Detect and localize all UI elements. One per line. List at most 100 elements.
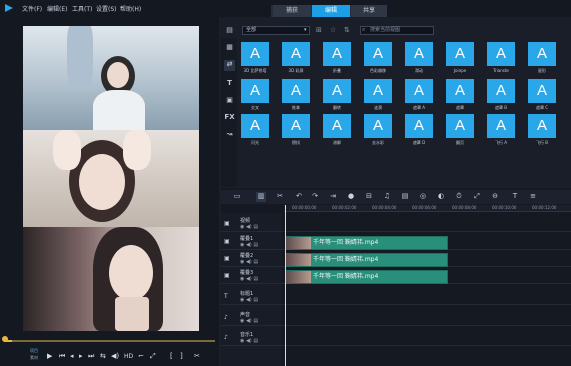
fullscreen-icon[interactable]: ⤢ — [150, 352, 156, 361]
video-clip[interactable]: 千年等一回 鞠婧祎.mp4 — [285, 270, 448, 284]
redo-icon[interactable]: ↷ — [310, 192, 320, 202]
transition-tile[interactable]: A — [364, 79, 392, 103]
clip-mode-label[interactable]: 素材 — [30, 355, 38, 361]
transition-tile[interactable]: A — [405, 79, 433, 103]
menu-edit[interactable]: 编辑(E) — [47, 4, 67, 13]
split-clip-icon[interactable]: ⇥ — [328, 192, 338, 202]
mark-in-icon[interactable]: [ — [170, 352, 173, 360]
search-input[interactable]: 搜索当前视图 — [360, 26, 434, 35]
track-row[interactable] — [221, 216, 571, 232]
undo-icon[interactable]: ↶ — [294, 192, 304, 202]
timeline-view-icon[interactable]: ▥ — [256, 192, 266, 202]
project-mode-label[interactable]: 项目 — [30, 348, 38, 354]
transition-tile[interactable]: A — [282, 42, 310, 66]
transition-tile[interactable]: A — [364, 42, 392, 66]
chevron-down-icon[interactable]: ▾ — [304, 27, 307, 33]
storyboard-view-icon[interactable]: ▭ — [232, 192, 242, 202]
path-icon[interactable]: ↝ — [224, 130, 235, 141]
multi-trim-icon[interactable]: ⊟ — [364, 192, 374, 202]
record-icon[interactable]: ● — [346, 192, 356, 202]
track-row[interactable] — [221, 310, 571, 326]
transition-tile[interactable]: A — [487, 79, 515, 103]
transition-tile[interactable]: A — [528, 114, 556, 138]
transition-icon[interactable]: ⇄ — [224, 60, 235, 71]
crop-icon[interactable]: ⌐ — [138, 352, 144, 360]
apply-random-icon[interactable]: ⇅ — [344, 26, 350, 34]
transition-tile[interactable]: A — [528, 42, 556, 66]
transition-tile[interactable]: A — [446, 42, 474, 66]
transition-tile[interactable]: A — [241, 114, 269, 138]
transition-tile[interactable]: A — [282, 79, 310, 103]
transition-tile[interactable]: A — [364, 114, 392, 138]
transition-tile[interactable]: A — [241, 79, 269, 103]
transition-tile[interactable]: A — [323, 114, 351, 138]
volume-icon[interactable]: ◀) — [111, 352, 119, 360]
filter-icon[interactable]: FX — [224, 113, 235, 124]
transition-tile[interactable]: A — [446, 79, 474, 103]
track-controls-icon[interactable]: ◉ ◀) ▤ — [240, 242, 258, 248]
track-controls-icon[interactable]: ◉ ◀) ▤ — [240, 318, 258, 324]
instant-project-icon[interactable]: ▦ — [224, 43, 235, 54]
video-clip[interactable]: 千年等一回 鞠婧祎.mp4 — [285, 236, 448, 250]
track-controls-icon[interactable]: ◉ ◀) ▤ — [240, 224, 258, 230]
track-row[interactable] — [221, 330, 571, 346]
play-icon[interactable]: ▶ — [47, 352, 52, 360]
tab-capture[interactable]: 捕获 — [273, 5, 311, 17]
transition-tile[interactable]: A — [487, 42, 515, 66]
graphics-icon[interactable]: ▣ — [224, 96, 235, 107]
mixer-icon[interactable]: ≡ — [528, 192, 538, 202]
hd-icon[interactable]: HD — [124, 353, 133, 360]
zoom-fit-icon[interactable]: ⤢ — [472, 192, 482, 202]
transition-tile[interactable]: A — [487, 114, 515, 138]
track-controls-icon[interactable]: ◉ ◀) ▤ — [240, 276, 258, 282]
tab-edit[interactable]: 编辑 — [312, 5, 350, 17]
menu-settings[interactable]: 设置(S) — [96, 4, 117, 13]
tools-icon[interactable]: ✂ — [275, 192, 285, 202]
track-type-icon: ▣ — [224, 255, 230, 262]
video-clip[interactable]: 千年等一回 鞠婧祎.mp4 — [285, 253, 448, 267]
go-end-icon[interactable]: ⏭ — [88, 352, 94, 361]
ruler-tick-label: 00:00:00:00 — [292, 205, 317, 210]
subtitle-icon[interactable]: ▤ — [400, 192, 410, 202]
go-start-icon[interactable]: ⏮ — [59, 352, 65, 361]
favorite-icon[interactable]: ☆ — [330, 26, 336, 34]
transition-tile[interactable]: A — [405, 42, 433, 66]
transition-tile[interactable]: A — [405, 114, 433, 138]
prev-frame-icon[interactable]: ◂ — [70, 352, 74, 360]
auto-music-icon[interactable]: ♫ — [382, 192, 392, 202]
title-tool-icon[interactable]: T — [510, 192, 520, 202]
track-row[interactable] — [221, 289, 571, 305]
speed-icon[interactable]: ⏱ — [454, 192, 464, 202]
transition-tile-label: 滑动 — [415, 68, 423, 73]
transition-tile[interactable]: A — [323, 79, 351, 103]
scrubber-handle[interactable] — [2, 336, 8, 342]
ruler-tick-label: 00:00:10:00 — [492, 205, 517, 210]
media-icon[interactable]: ▤ — [224, 26, 235, 37]
transition-tile-label: 星形 — [538, 68, 546, 73]
mask-icon[interactable]: ◐ — [436, 192, 446, 202]
transition-tile[interactable]: A — [241, 42, 269, 66]
menu-tools[interactable]: 工具(T) — [72, 4, 92, 13]
menu-file[interactable]: 文件(F) — [22, 4, 42, 13]
playhead[interactable] — [285, 205, 286, 366]
transition-tile[interactable]: A — [446, 114, 474, 138]
mark-out-icon[interactable]: ] — [180, 352, 183, 360]
transition-tile[interactable]: A — [528, 79, 556, 103]
track-controls-icon[interactable]: ◉ ◀) ▤ — [240, 297, 258, 303]
menu-help[interactable]: 帮助(H) — [120, 4, 141, 13]
transition-tile[interactable]: A — [282, 114, 310, 138]
split-icon[interactable]: ✂ — [194, 352, 200, 360]
tab-share[interactable]: 共享 — [351, 5, 387, 17]
motion-track-icon[interactable]: ◎ — [418, 192, 428, 202]
transition-tile[interactable]: A — [323, 42, 351, 66]
add-folder-icon[interactable]: ⊞ — [316, 26, 322, 34]
track-controls-icon[interactable]: ◉ ◀) ▤ — [240, 259, 258, 265]
player-scrubber-track[interactable] — [4, 340, 215, 342]
video-preview[interactable] — [23, 26, 199, 331]
zoom-out-icon[interactable]: ⊖ — [490, 192, 500, 202]
repeat-icon[interactable]: ⇆ — [100, 352, 106, 360]
next-frame-icon[interactable]: ▸ — [79, 352, 83, 360]
gallery-dropdown[interactable]: 全部 — [242, 26, 310, 35]
track-controls-icon[interactable]: ◉ ◀) ▤ — [240, 338, 258, 344]
title-icon[interactable]: T — [224, 79, 235, 90]
